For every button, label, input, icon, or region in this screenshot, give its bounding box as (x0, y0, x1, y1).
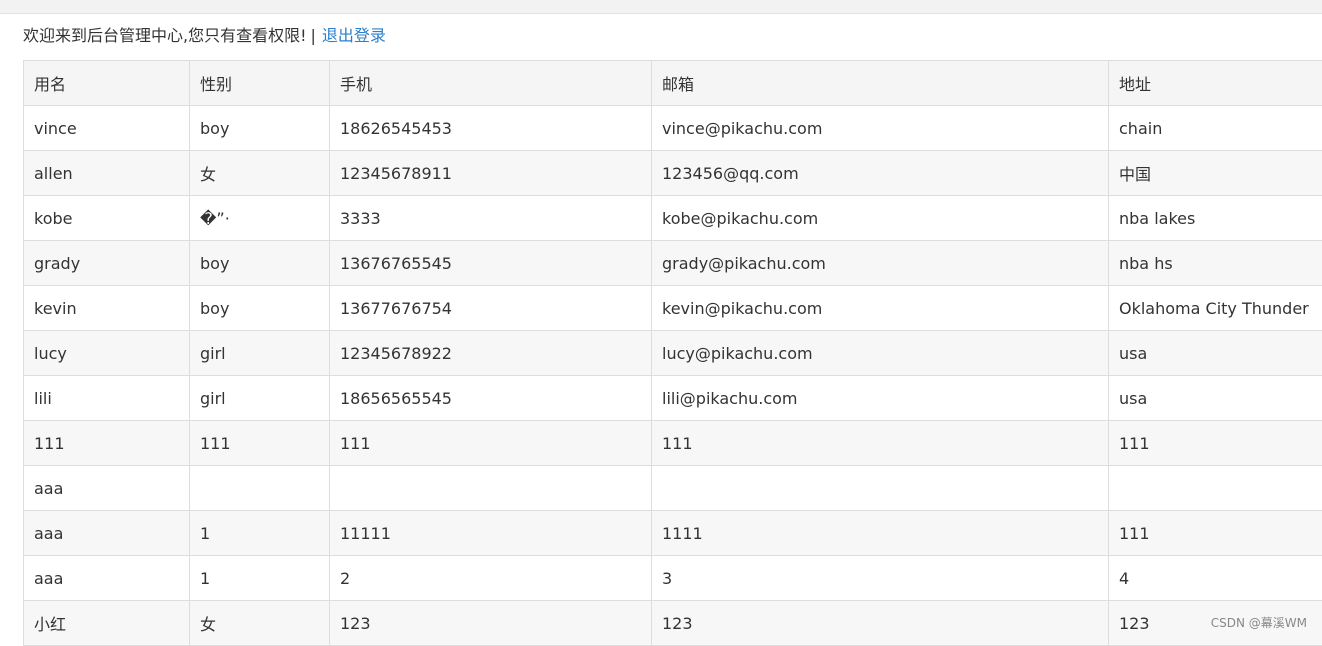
cell-gender (190, 466, 330, 511)
cell-username: aaa (24, 556, 190, 601)
cell-phone: 18656565545 (330, 376, 652, 421)
cell-address: nba hs (1109, 241, 1322, 286)
cell-phone: 12345678922 (330, 331, 652, 376)
cell-username: 小红 (24, 601, 190, 646)
table-row: allen女12345678911123456@qq.com中国 (24, 151, 1322, 196)
table-row: gradyboy13676765545grady@pikachu.comnba … (24, 241, 1322, 286)
table-row: vinceboy18626545453vince@pikachu.comchai… (24, 106, 1322, 151)
cell-address: nba lakes (1109, 196, 1322, 241)
cell-gender: 女 (190, 601, 330, 646)
cell-username: lili (24, 376, 190, 421)
logout-link[interactable]: 退出登录 (322, 26, 386, 45)
cell-username: aaa (24, 466, 190, 511)
cell-phone: 111 (330, 421, 652, 466)
top-bar (0, 0, 1322, 14)
table-row: kevinboy13677676754kevin@pikachu.comOkla… (24, 286, 1322, 331)
cell-address: usa (1109, 331, 1322, 376)
cell-phone: 2 (330, 556, 652, 601)
cell-username: vince (24, 106, 190, 151)
cell-email (652, 466, 1109, 511)
cell-username: 111 (24, 421, 190, 466)
column-header-email: 邮箱 (652, 61, 1109, 106)
table-row: lucygirl12345678922lucy@pikachu.comusa (24, 331, 1322, 376)
table-row: kobe�”·3333kobe@pikachu.comnba lakes (24, 196, 1322, 241)
cell-phone: 13676765545 (330, 241, 652, 286)
table-row: liligirl18656565545lili@pikachu.comusa (24, 376, 1322, 421)
cell-phone: 18626545453 (330, 106, 652, 151)
watermark: CSDN @幕溪WM (1211, 614, 1307, 631)
cell-phone: 3333 (330, 196, 652, 241)
cell-address: 111 (1109, 421, 1322, 466)
cell-address: usa (1109, 376, 1322, 421)
cell-phone: 123 (330, 601, 652, 646)
cell-email: 123 (652, 601, 1109, 646)
cell-username: aaa (24, 511, 190, 556)
column-header-username: 用名 (24, 61, 190, 106)
cell-username: kevin (24, 286, 190, 331)
cell-email: 111 (652, 421, 1109, 466)
welcome-bar: 欢迎来到后台管理中心,您只有查看权限!| 退出登录 (23, 24, 386, 48)
cell-address (1109, 466, 1322, 511)
cell-gender: girl (190, 376, 330, 421)
cell-email: lili@pikachu.com (652, 376, 1109, 421)
user-table: 用名 性别 手机 邮箱 地址 vinceboy18626545453vince@… (23, 60, 1322, 646)
column-header-address: 地址 (1109, 61, 1322, 106)
cell-gender: boy (190, 286, 330, 331)
cell-phone: 11111 (330, 511, 652, 556)
cell-email: 1111 (652, 511, 1109, 556)
cell-gender: girl (190, 331, 330, 376)
table-row: aaa1111111111111 (24, 511, 1322, 556)
cell-username: grady (24, 241, 190, 286)
cell-email: kevin@pikachu.com (652, 286, 1109, 331)
cell-email: lucy@pikachu.com (652, 331, 1109, 376)
cell-gender: �”· (190, 196, 330, 241)
user-table-container: 用名 性别 手机 邮箱 地址 vinceboy18626545453vince@… (23, 60, 1322, 646)
table-row: 111111111111111 (24, 421, 1322, 466)
cell-email: grady@pikachu.com (652, 241, 1109, 286)
table-header-row: 用名 性别 手机 邮箱 地址 (24, 61, 1322, 106)
cell-email: vince@pikachu.com (652, 106, 1109, 151)
cell-username: kobe (24, 196, 190, 241)
cell-address: 111 (1109, 511, 1322, 556)
column-header-gender: 性别 (190, 61, 330, 106)
cell-address: chain (1109, 106, 1322, 151)
cell-address: 中国 (1109, 151, 1322, 196)
cell-email: 123456@qq.com (652, 151, 1109, 196)
cell-phone: 12345678911 (330, 151, 652, 196)
cell-email: 3 (652, 556, 1109, 601)
welcome-message: 欢迎来到后台管理中心,您只有查看权限! (23, 26, 307, 45)
table-row: aaa (24, 466, 1322, 511)
column-header-phone: 手机 (330, 61, 652, 106)
cell-gender: 1 (190, 556, 330, 601)
cell-address: 4 (1109, 556, 1322, 601)
cell-username: lucy (24, 331, 190, 376)
cell-username: allen (24, 151, 190, 196)
cell-gender: 111 (190, 421, 330, 466)
separator: | (311, 26, 316, 45)
cell-gender: 1 (190, 511, 330, 556)
cell-address: Oklahoma City Thunder (1109, 286, 1322, 331)
cell-phone: 13677676754 (330, 286, 652, 331)
cell-gender: 女 (190, 151, 330, 196)
cell-gender: boy (190, 241, 330, 286)
cell-email: kobe@pikachu.com (652, 196, 1109, 241)
table-row: aaa1234 (24, 556, 1322, 601)
cell-gender: boy (190, 106, 330, 151)
cell-phone (330, 466, 652, 511)
table-row: 小红女123123123 (24, 601, 1322, 646)
